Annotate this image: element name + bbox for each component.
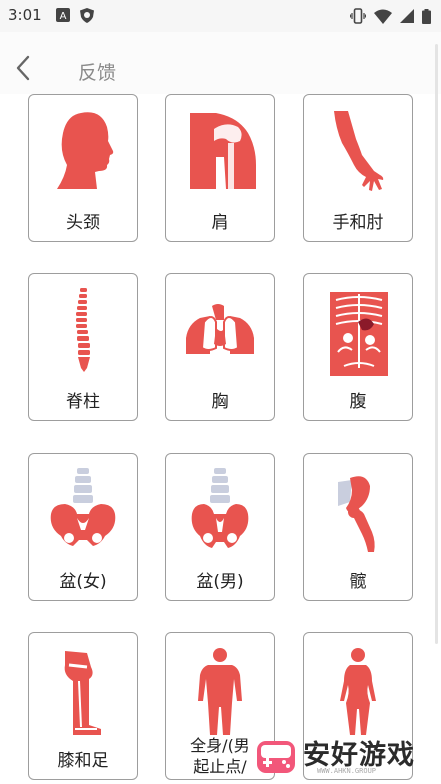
card-pelvis-female[interactable]: 盆(女) xyxy=(28,453,138,601)
card-abdomen[interactable]: 腹 xyxy=(303,273,413,421)
card-label: 手和肘 xyxy=(332,213,384,233)
knee-foot-icon xyxy=(64,651,101,735)
chest-lungs-icon xyxy=(186,304,254,354)
card-label: 肩 xyxy=(211,213,229,233)
shoulder-icon xyxy=(190,113,256,189)
a-box-icon: A xyxy=(56,8,70,22)
card-pelvis-male[interactable]: 盆(男) xyxy=(165,453,275,601)
pelvis-male-icon xyxy=(191,468,249,548)
head-neck-icon xyxy=(57,112,114,189)
card-label: 脊柱 xyxy=(66,392,100,412)
arm-hand-icon xyxy=(334,111,384,191)
signal-icon xyxy=(400,9,414,23)
svg-text:A: A xyxy=(60,11,67,22)
pelvis-female-icon xyxy=(50,468,116,546)
chevron-left-icon xyxy=(16,55,30,81)
card-label: 盆(男) xyxy=(196,572,244,592)
card-chest[interactable]: 胸 xyxy=(165,273,275,421)
vibrate-icon xyxy=(350,8,366,24)
card-spine[interactable]: 脊柱 xyxy=(28,273,138,421)
card-label: 膝和足 xyxy=(57,751,109,771)
card-label: 髋 xyxy=(349,572,367,592)
card-label: 头颈 xyxy=(66,213,100,233)
male-body-icon xyxy=(198,648,242,735)
card-shoulder[interactable]: 肩 xyxy=(165,94,275,242)
wifi-icon xyxy=(374,9,392,24)
card-label: 胸 xyxy=(211,392,229,412)
spine-icon xyxy=(76,288,90,372)
card-label: 腹 xyxy=(349,392,367,412)
card-arm-hand[interactable]: 手和肘 xyxy=(303,94,413,242)
scrollbar[interactable] xyxy=(435,44,438,644)
watermark: 安好游戏 WWW.AHKN.GROUP xyxy=(255,733,427,781)
gamepad-logo-icon xyxy=(257,741,295,773)
status-time: 3:01 xyxy=(8,6,42,24)
hip-icon xyxy=(338,476,375,552)
battery-icon xyxy=(422,8,431,24)
watermark-subtext: WWW.AHKN.GROUP xyxy=(317,767,377,775)
female-body-icon xyxy=(340,648,376,735)
status-bar: 3:01 A xyxy=(0,0,441,32)
card-head-neck[interactable]: 头颈 xyxy=(28,94,138,242)
page-title: 反馈 xyxy=(78,62,117,84)
abdomen-icon xyxy=(330,292,388,376)
card-knee-foot[interactable]: 膝和足 xyxy=(28,632,138,780)
card-label: 盆(女) xyxy=(59,572,107,592)
back-button[interactable] xyxy=(12,54,36,82)
shield-icon xyxy=(80,8,94,23)
card-hip[interactable]: 髋 xyxy=(303,453,413,601)
header-bar: 反馈 xyxy=(0,32,441,94)
